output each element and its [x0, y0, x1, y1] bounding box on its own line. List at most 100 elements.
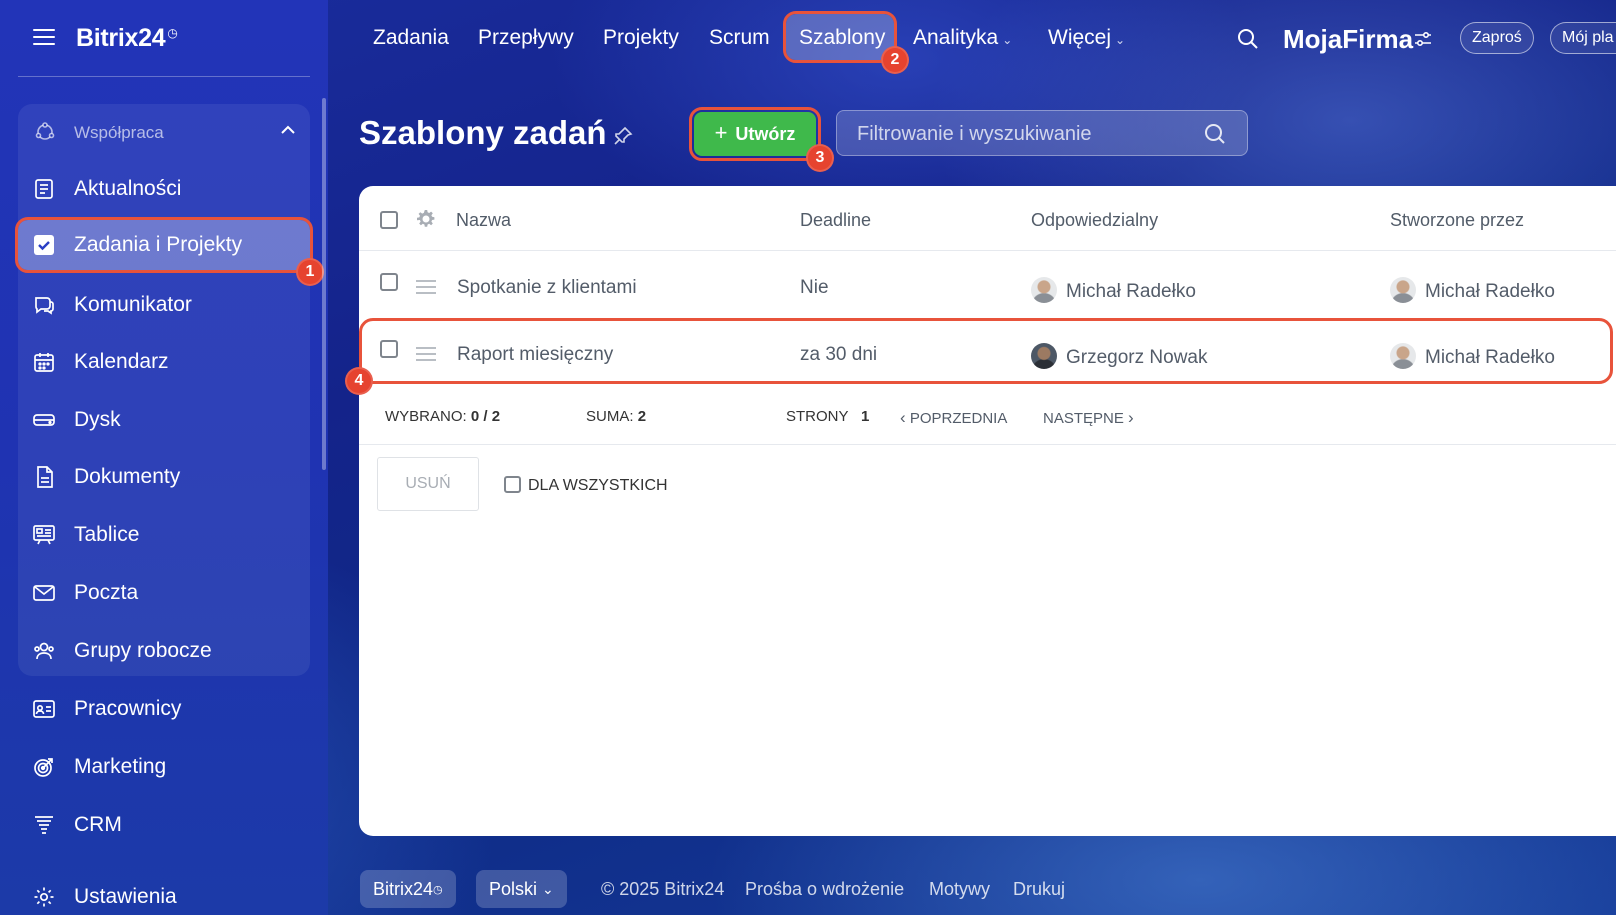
- step-badge-4: 4: [345, 367, 373, 395]
- settings-sliders-icon[interactable]: [1414, 31, 1432, 52]
- sidebar-item-label: Aktualności: [74, 177, 182, 200]
- selected-label: WYBRANO:: [385, 408, 467, 425]
- sidebar-item-label: Grupy robocze: [74, 639, 212, 662]
- divider: [359, 250, 1616, 251]
- sidebar-item-label: Komunikator: [74, 293, 192, 316]
- total-label: SUMA:: [586, 408, 634, 425]
- footer-link-print[interactable]: Drukuj: [1013, 879, 1065, 900]
- next-page-link[interactable]: NASTĘPNE ›: [1043, 408, 1134, 428]
- tab-more[interactable]: Więcej ⌄: [1048, 26, 1125, 50]
- marketing-icon: [32, 755, 56, 779]
- avatar[interactable]: [1390, 277, 1416, 303]
- sidebar-item-label: Marketing: [74, 755, 167, 778]
- sidebar-item-news[interactable]: Aktualności: [18, 164, 310, 214]
- plus-icon: +: [714, 120, 728, 145]
- select-all-checkbox[interactable]: [380, 211, 398, 229]
- footer-brand-button[interactable]: Bitrix24 ◷: [360, 870, 456, 908]
- for-all-checkbox[interactable]: [504, 476, 521, 493]
- sidebar-item-boards[interactable]: Tablice: [18, 510, 310, 560]
- sidebar-item-messenger[interactable]: Komunikator: [18, 280, 310, 330]
- chevron-down-icon: ⌄: [542, 880, 554, 897]
- row-highlight-outline: [359, 318, 1613, 384]
- for-all-label[interactable]: DLA WSZYSTKICH: [528, 477, 668, 495]
- sidebar-item-label: Pracownicy: [74, 697, 182, 720]
- menu-burger-icon[interactable]: [33, 29, 55, 47]
- prev-page-link[interactable]: ‹ POPRZEDNIA: [900, 408, 1007, 428]
- sidebar-item-calendar[interactable]: Kalendarz: [18, 337, 310, 387]
- mail-icon: [32, 581, 56, 605]
- page-number[interactable]: 1: [861, 408, 869, 425]
- filter-search-input[interactable]: [857, 122, 1187, 146]
- chevron-left-icon: ‹: [900, 408, 906, 427]
- sidebar-item-workgroups[interactable]: Grupy robocze: [18, 626, 310, 676]
- news-icon: [32, 177, 56, 201]
- column-header-deadline[interactable]: Deadline: [800, 210, 871, 231]
- board-icon: [32, 523, 56, 547]
- avatar[interactable]: [1031, 277, 1057, 303]
- sidebar-item-mail[interactable]: Poczta: [18, 568, 310, 618]
- sidebar-scrollbar[interactable]: [322, 98, 326, 470]
- footer-link-implementation[interactable]: Prośba o wdrożenie: [745, 879, 904, 900]
- sidebar-item-label: Ustawienia: [74, 885, 177, 908]
- group-label: Współpraca: [74, 123, 164, 142]
- copyright-text: © 2025 Bitrix24: [601, 879, 725, 899]
- tab-templates[interactable]: Szablony: [799, 26, 885, 50]
- chevron-down-icon: ⌄: [1115, 33, 1126, 47]
- logo-clock-icon: ◷: [167, 25, 178, 40]
- sidebar-item-label: Tablice: [74, 523, 140, 546]
- pages: STRONY 1: [786, 408, 869, 425]
- grid-settings-gear-icon[interactable]: [416, 209, 436, 234]
- tab-label: Analityka: [913, 26, 999, 49]
- page-title: Szablony zadań: [359, 114, 607, 151]
- tab-analytics[interactable]: Analityka ⌄: [913, 26, 1012, 50]
- sidebar-item-label: Dokumenty: [74, 465, 181, 488]
- collaboration-icon: [34, 121, 56, 148]
- sidebar-item-crm[interactable]: CRM: [18, 800, 310, 850]
- sidebar-item-employees[interactable]: Pracownicy: [18, 684, 310, 734]
- pin-icon[interactable]: [613, 126, 633, 151]
- sidebar-item-documents[interactable]: Dokumenty: [18, 452, 310, 502]
- step-badge-3: 3: [806, 144, 834, 172]
- sidebar-item-label: Poczta: [74, 581, 139, 604]
- sidebar-item-settings[interactable]: Ustawienia: [18, 872, 310, 915]
- row-deadline: Nie: [800, 277, 829, 298]
- sidebar-item-drive[interactable]: Dysk: [18, 395, 310, 445]
- group-header[interactable]: Współpraca: [18, 114, 310, 150]
- column-header-created-by[interactable]: Stworzone przez: [1390, 210, 1524, 231]
- company-name[interactable]: MojaFirma: [1283, 24, 1413, 55]
- create-button[interactable]: + Utwórz: [689, 107, 821, 161]
- column-header-responsible[interactable]: Odpowiedzialny: [1031, 210, 1158, 231]
- search-icon[interactable]: [1236, 27, 1260, 56]
- tab-flows[interactable]: Przepływy: [478, 26, 574, 50]
- column-header-name[interactable]: Nazwa: [456, 210, 511, 231]
- row-name[interactable]: Spotkanie z klientami: [457, 277, 637, 299]
- create-label: Utwórz: [735, 123, 796, 144]
- drag-handle-icon[interactable]: [416, 280, 436, 298]
- filter-search-box[interactable]: [836, 110, 1248, 156]
- row-responsible[interactable]: Michał Radełko: [1066, 281, 1196, 303]
- delete-button[interactable]: USUŃ: [377, 457, 479, 511]
- tab-tasks[interactable]: Zadania: [373, 26, 449, 50]
- footer-brand-label: Bitrix24: [373, 878, 434, 899]
- next-label: NASTĘPNE: [1043, 410, 1124, 427]
- search-icon[interactable]: [1203, 122, 1227, 151]
- calendar-icon: [32, 350, 56, 374]
- gear-icon: [32, 885, 56, 909]
- chevron-up-icon[interactable]: [278, 120, 298, 145]
- sidebar-item-marketing[interactable]: Marketing: [18, 742, 310, 792]
- invite-button[interactable]: Zaproś: [1460, 22, 1534, 54]
- sidebar-item-tasks[interactable]: Zadania i Projekty: [15, 217, 313, 273]
- prev-label: POPRZEDNIA: [909, 410, 1008, 427]
- document-icon: [32, 465, 56, 489]
- chat-icon: [32, 293, 56, 317]
- tab-scrum[interactable]: Scrum: [709, 26, 770, 50]
- pages-label: STRONY: [786, 408, 849, 425]
- chevron-right-icon: ›: [1128, 408, 1134, 427]
- my-plan-button[interactable]: Mój pla: [1550, 22, 1616, 54]
- tab-projects[interactable]: Projekty: [603, 26, 679, 50]
- row-created-by[interactable]: Michał Radełko: [1425, 281, 1555, 303]
- language-select[interactable]: Polski ⌄: [476, 870, 567, 908]
- app-logo[interactable]: Bitrix24 ◷: [76, 24, 178, 53]
- row-checkbox[interactable]: [380, 273, 398, 291]
- footer-link-themes[interactable]: Motywy: [929, 879, 990, 900]
